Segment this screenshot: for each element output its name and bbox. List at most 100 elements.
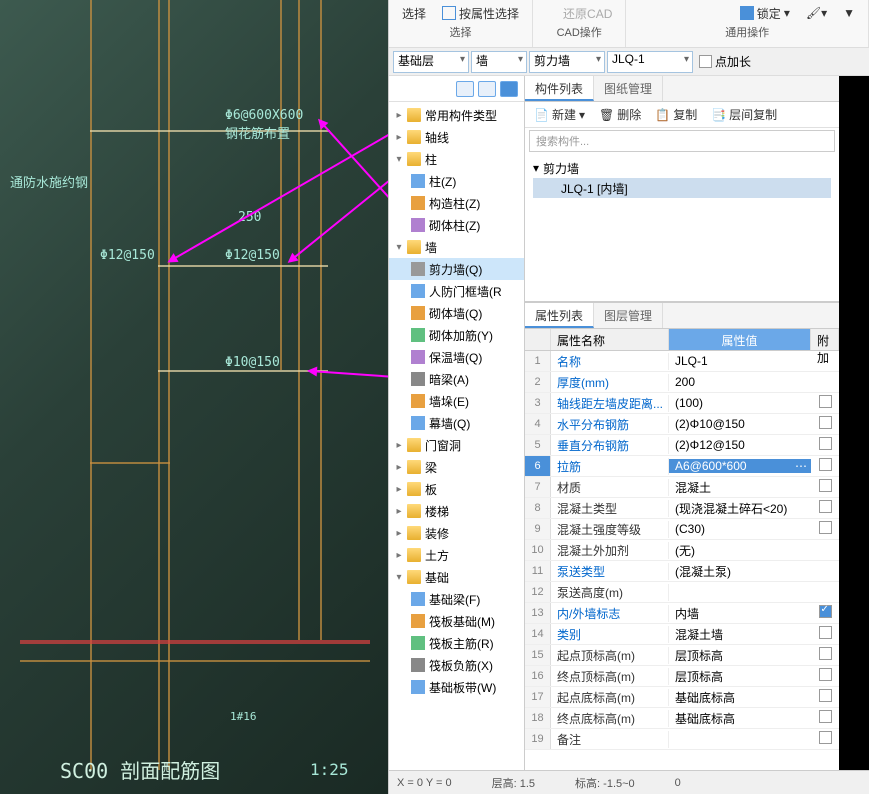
copy-button[interactable]: 📋复制 (652, 105, 700, 124)
component-tree[interactable]: ▾剪力墙 JLQ-1 [内墙] (525, 154, 839, 202)
tree-leaf[interactable]: 筏板主筋(R) (389, 632, 524, 654)
cad-text: Φ12@150 (225, 248, 280, 263)
attach-checkbox[interactable] (819, 521, 832, 534)
attach-checkbox[interactable] (819, 731, 832, 744)
property-tabs: 属性列表 图层管理 (525, 303, 839, 329)
tree-node-stair[interactable]: ▸楼梯 (389, 500, 524, 522)
tree-node-found[interactable]: ▾基础 (389, 566, 524, 588)
attach-checkbox[interactable] (819, 458, 832, 471)
tree-leaf[interactable]: 暗梁(A) (389, 368, 524, 390)
cad-text: 钢花筋布置 (225, 123, 290, 142)
component-item-selected[interactable]: JLQ-1 [内墙] (533, 178, 831, 198)
property-row[interactable]: 3轴线距左墙皮距离...(100) (525, 393, 839, 414)
property-row[interactable]: 7材质混凝土 (525, 477, 839, 498)
tab-component-list[interactable]: 构件列表 (525, 76, 594, 101)
right-gutter (839, 76, 869, 770)
tree-node-column[interactable]: ▾柱 (389, 148, 524, 170)
cad-viewport[interactable]: Φ6@600X600 钢花筋布置 通防水施约钢 250 Φ12@150 Φ12@… (0, 0, 388, 794)
tree-leaf[interactable]: 人防门框墙(R (389, 280, 524, 302)
attach-checkbox[interactable] (819, 710, 832, 723)
property-row[interactable]: 1名称JLQ-1 (525, 351, 839, 372)
delete-button[interactable]: 🗑删除 (596, 105, 644, 124)
tree-leaf-shearwall[interactable]: 剪力墙(Q) (389, 258, 524, 280)
attach-checkbox[interactable] (819, 395, 832, 408)
floor-combo[interactable]: 基础层 (393, 51, 469, 73)
tab-layer-mgmt[interactable]: 图层管理 (594, 303, 663, 328)
attach-checkbox[interactable] (819, 605, 832, 618)
property-row[interactable]: 17起点底标高(m)基础底标高 (525, 687, 839, 708)
tree-leaf[interactable]: 基础板带(W) (389, 676, 524, 698)
tree-node-opening[interactable]: ▸门窗洞 (389, 434, 524, 456)
tree-leaf[interactable]: 基础梁(F) (389, 588, 524, 610)
attach-checkbox[interactable] (819, 479, 832, 492)
tree-leaf[interactable]: 筏板负筋(X) (389, 654, 524, 676)
tree-leaf[interactable]: 筏板基础(M) (389, 610, 524, 632)
ribbon-group-label: CAD操作 (543, 24, 615, 40)
property-row[interactable]: 9混凝土强度等级(C30) (525, 519, 839, 540)
tree-leaf[interactable]: 构造柱(Z) (389, 192, 524, 214)
component-search[interactable]: 搜索构件... (529, 130, 835, 152)
tree-leaf[interactable]: 保温墙(Q) (389, 346, 524, 368)
filter-icon[interactable]: ▼ (840, 5, 858, 21)
category-combo[interactable]: 墙 (471, 51, 527, 73)
property-row[interactable]: 2厚度(mm)200 (525, 372, 839, 393)
layer-copy-button[interactable]: 📑层间复制 (708, 105, 780, 124)
attach-checkbox[interactable] (819, 500, 832, 513)
tree-node-slab[interactable]: ▸板 (389, 478, 524, 500)
attach-checkbox[interactable] (819, 626, 832, 639)
tree-leaf[interactable]: 墙垛(E) (389, 390, 524, 412)
view-mode-icon[interactable] (500, 81, 518, 97)
property-table[interactable]: 1名称JLQ-12厚度(mm)2003轴线距左墙皮距离...(100)4水平分布… (525, 351, 839, 770)
ribbon: 选择 按属性选择 选择 还原CAD CAD操作 锁定▾ 🖌▾ ▼ 通用操作 (389, 0, 869, 48)
tree-node-beam[interactable]: ▸梁 (389, 456, 524, 478)
property-row[interactable]: 19备注 (525, 729, 839, 750)
tree-leaf[interactable]: 砌体墙(Q) (389, 302, 524, 324)
lock-button[interactable]: 锁定▾ (737, 4, 793, 23)
brush-icon[interactable]: 🖌▾ (803, 5, 830, 21)
tree-leaf[interactable]: 柱(Z) (389, 170, 524, 192)
tab-drawing-mgmt[interactable]: 图纸管理 (594, 76, 663, 101)
lock-icon (740, 6, 754, 20)
tree-leaf[interactable]: 砌体加筋(Y) (389, 324, 524, 346)
attach-checkbox[interactable] (819, 647, 832, 660)
property-row[interactable]: 4水平分布钢筋(2)Φ10@150 (525, 414, 839, 435)
tree-leaf[interactable]: 幕墙(Q) (389, 412, 524, 434)
property-row[interactable]: 15起点顶标高(m)层顶标高 (525, 645, 839, 666)
property-row[interactable]: 12泵送高度(m) (525, 582, 839, 603)
property-row[interactable]: 11泵送类型(混凝土泵) (525, 561, 839, 582)
tree-node-wall[interactable]: ▾墙 (389, 236, 524, 258)
attach-checkbox[interactable] (819, 437, 832, 450)
property-row[interactable]: 6拉筋A6@600*600 ⋯ (525, 456, 839, 477)
attach-checkbox[interactable] (819, 689, 832, 702)
attach-checkbox[interactable] (819, 668, 832, 681)
name-combo[interactable]: JLQ-1 (607, 51, 693, 73)
property-row[interactable]: 16终点顶标高(m)层顶标高 (525, 666, 839, 687)
tree-node-earth[interactable]: ▸土方 (389, 544, 524, 566)
category-tree[interactable]: ▸常用构件类型 ▸轴线 ▾柱 柱(Z) 构造柱(Z) 砌体柱(Z) ▾墙 剪力墙… (389, 102, 524, 770)
tree-node-common[interactable]: ▸常用构件类型 (389, 104, 524, 126)
property-row[interactable]: 14类别混凝土墙 (525, 624, 839, 645)
restore-cad-button[interactable]: 还原CAD (543, 4, 615, 23)
statusbar: X = 0 Y = 0 层高: 1.5 标高: -1.5~0 0 (389, 770, 869, 794)
select-by-attr-button[interactable]: 按属性选择 (439, 4, 522, 23)
new-button[interactable]: 📄新建▾ (531, 105, 588, 124)
view-mode-icon[interactable] (478, 81, 496, 97)
tree-node-deco[interactable]: ▸装修 (389, 522, 524, 544)
property-row[interactable]: 8混凝土类型(现浇混凝土碎石<20) (525, 498, 839, 519)
property-row[interactable]: 10混凝土外加剂(无) (525, 540, 839, 561)
type-combo[interactable]: 剪力墙 (529, 51, 605, 73)
cad-title: SC00 剖面配筋图 (60, 755, 220, 784)
status-elevation: 标高: -1.5~0 (575, 775, 635, 791)
select-button[interactable]: 选择 (399, 4, 429, 23)
attach-checkbox[interactable] (819, 416, 832, 429)
extend-checkbox[interactable]: 点加长 (699, 53, 751, 70)
property-row[interactable]: 13内/外墙标志内墙 (525, 603, 839, 624)
tab-property-list[interactable]: 属性列表 (525, 303, 594, 328)
property-header: 属性名称 属性值 附加 (525, 329, 839, 351)
tree-leaf[interactable]: 砌体柱(Z) (389, 214, 524, 236)
tree-node-axis[interactable]: ▸轴线 (389, 126, 524, 148)
property-row[interactable]: 18终点底标高(m)基础底标高 (525, 708, 839, 729)
cad-scale: 1:25 (310, 760, 349, 779)
view-mode-icon[interactable] (456, 81, 474, 97)
property-row[interactable]: 5垂直分布钢筋(2)Φ12@150 (525, 435, 839, 456)
